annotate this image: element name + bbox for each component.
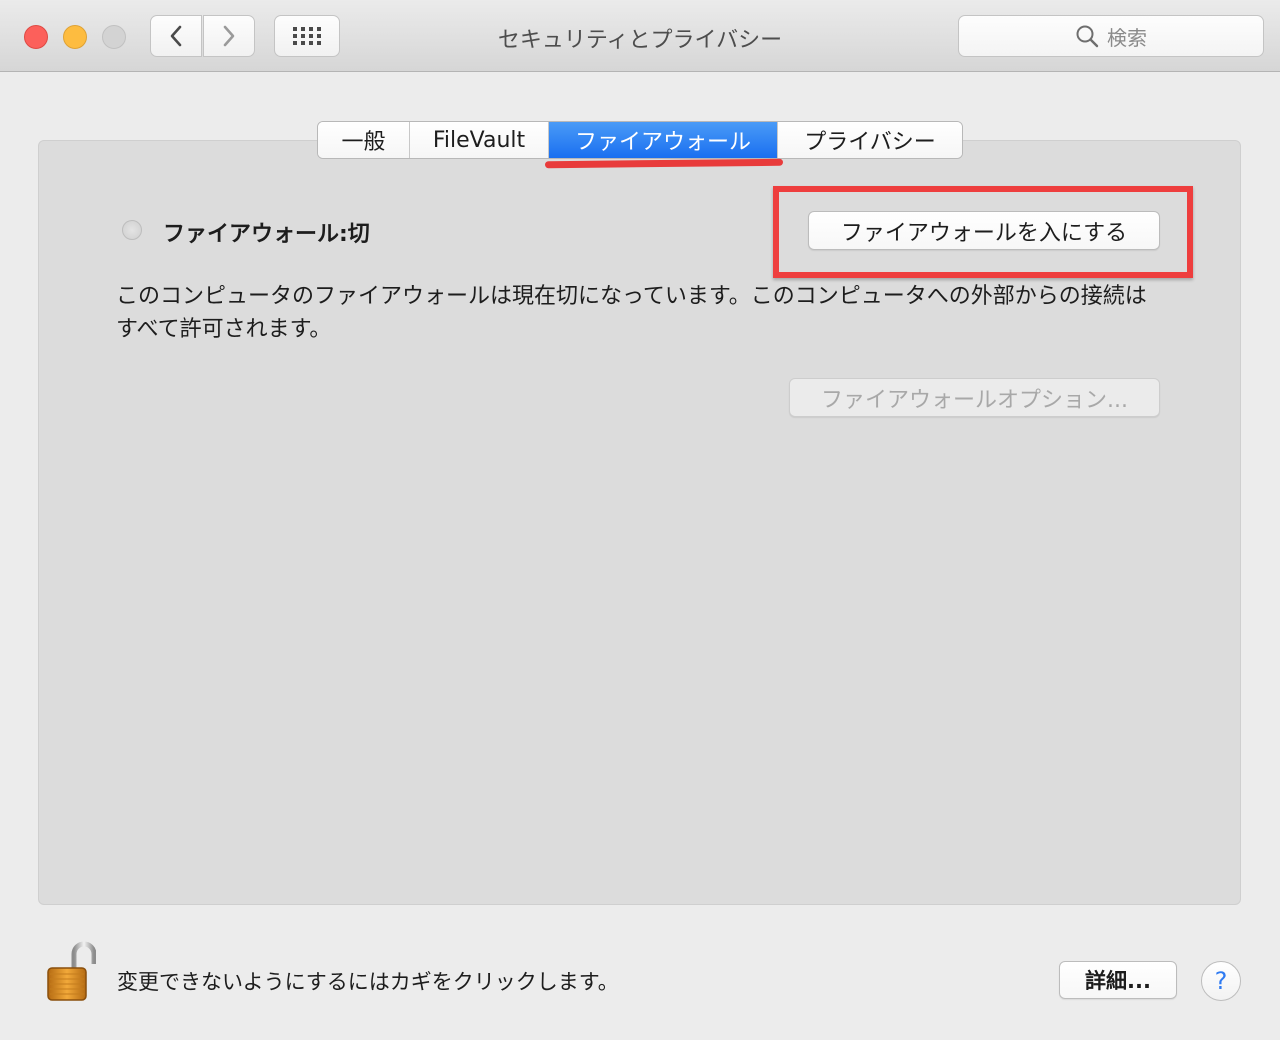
padlock-unlocked-icon xyxy=(47,941,97,1001)
firewall-description: このコンピュータのファイアウォールは現在切になっています。このコンピュータへの外… xyxy=(116,284,1147,342)
window-title: セキュリティとプライバシー xyxy=(497,28,783,53)
search-icon xyxy=(1076,25,1099,48)
close-window-button[interactable] xyxy=(24,25,48,49)
firewall-status-indicator xyxy=(122,220,142,240)
lock-instruction-text: 変更できないようにするにはカギをクリックします。 xyxy=(117,970,619,994)
grid-icon xyxy=(293,27,321,45)
tab-firewall[interactable]: ファイアウォール xyxy=(549,122,778,158)
search-placeholder: 検索 xyxy=(1107,25,1147,50)
chevron-right-icon xyxy=(223,25,235,47)
annotation-highlight-box xyxy=(773,186,1193,278)
back-button[interactable] xyxy=(150,15,202,57)
forward-button[interactable] xyxy=(203,15,255,57)
help-button[interactable]: ? xyxy=(1201,961,1241,1001)
chevron-left-icon xyxy=(170,25,182,47)
preferences-window: セキュリティとプライバシー 検索 一般 FileVault ファイアウォール プ… xyxy=(0,0,1280,1040)
show-all-button[interactable] xyxy=(274,15,340,57)
search-field[interactable]: 検索 xyxy=(958,15,1264,57)
lock-icon[interactable] xyxy=(44,940,97,1004)
firewall-options-button: ファイアウォールオプション... xyxy=(789,378,1160,417)
zoom-window-button[interactable] xyxy=(102,25,126,49)
question-mark-icon: ? xyxy=(1214,967,1228,995)
advanced-button[interactable]: 詳細... xyxy=(1059,961,1177,999)
firewall-status-label: ファイアウォール:切 xyxy=(163,222,370,247)
minimize-window-button[interactable] xyxy=(63,25,87,49)
tab-privacy[interactable]: プライバシー xyxy=(778,122,962,158)
tab-bar: 一般 FileVault ファイアウォール プライバシー xyxy=(317,121,963,159)
toolbar: セキュリティとプライバシー 検索 xyxy=(0,0,1280,72)
tab-filevault[interactable]: FileVault xyxy=(410,122,549,158)
tab-general[interactable]: 一般 xyxy=(318,122,410,158)
